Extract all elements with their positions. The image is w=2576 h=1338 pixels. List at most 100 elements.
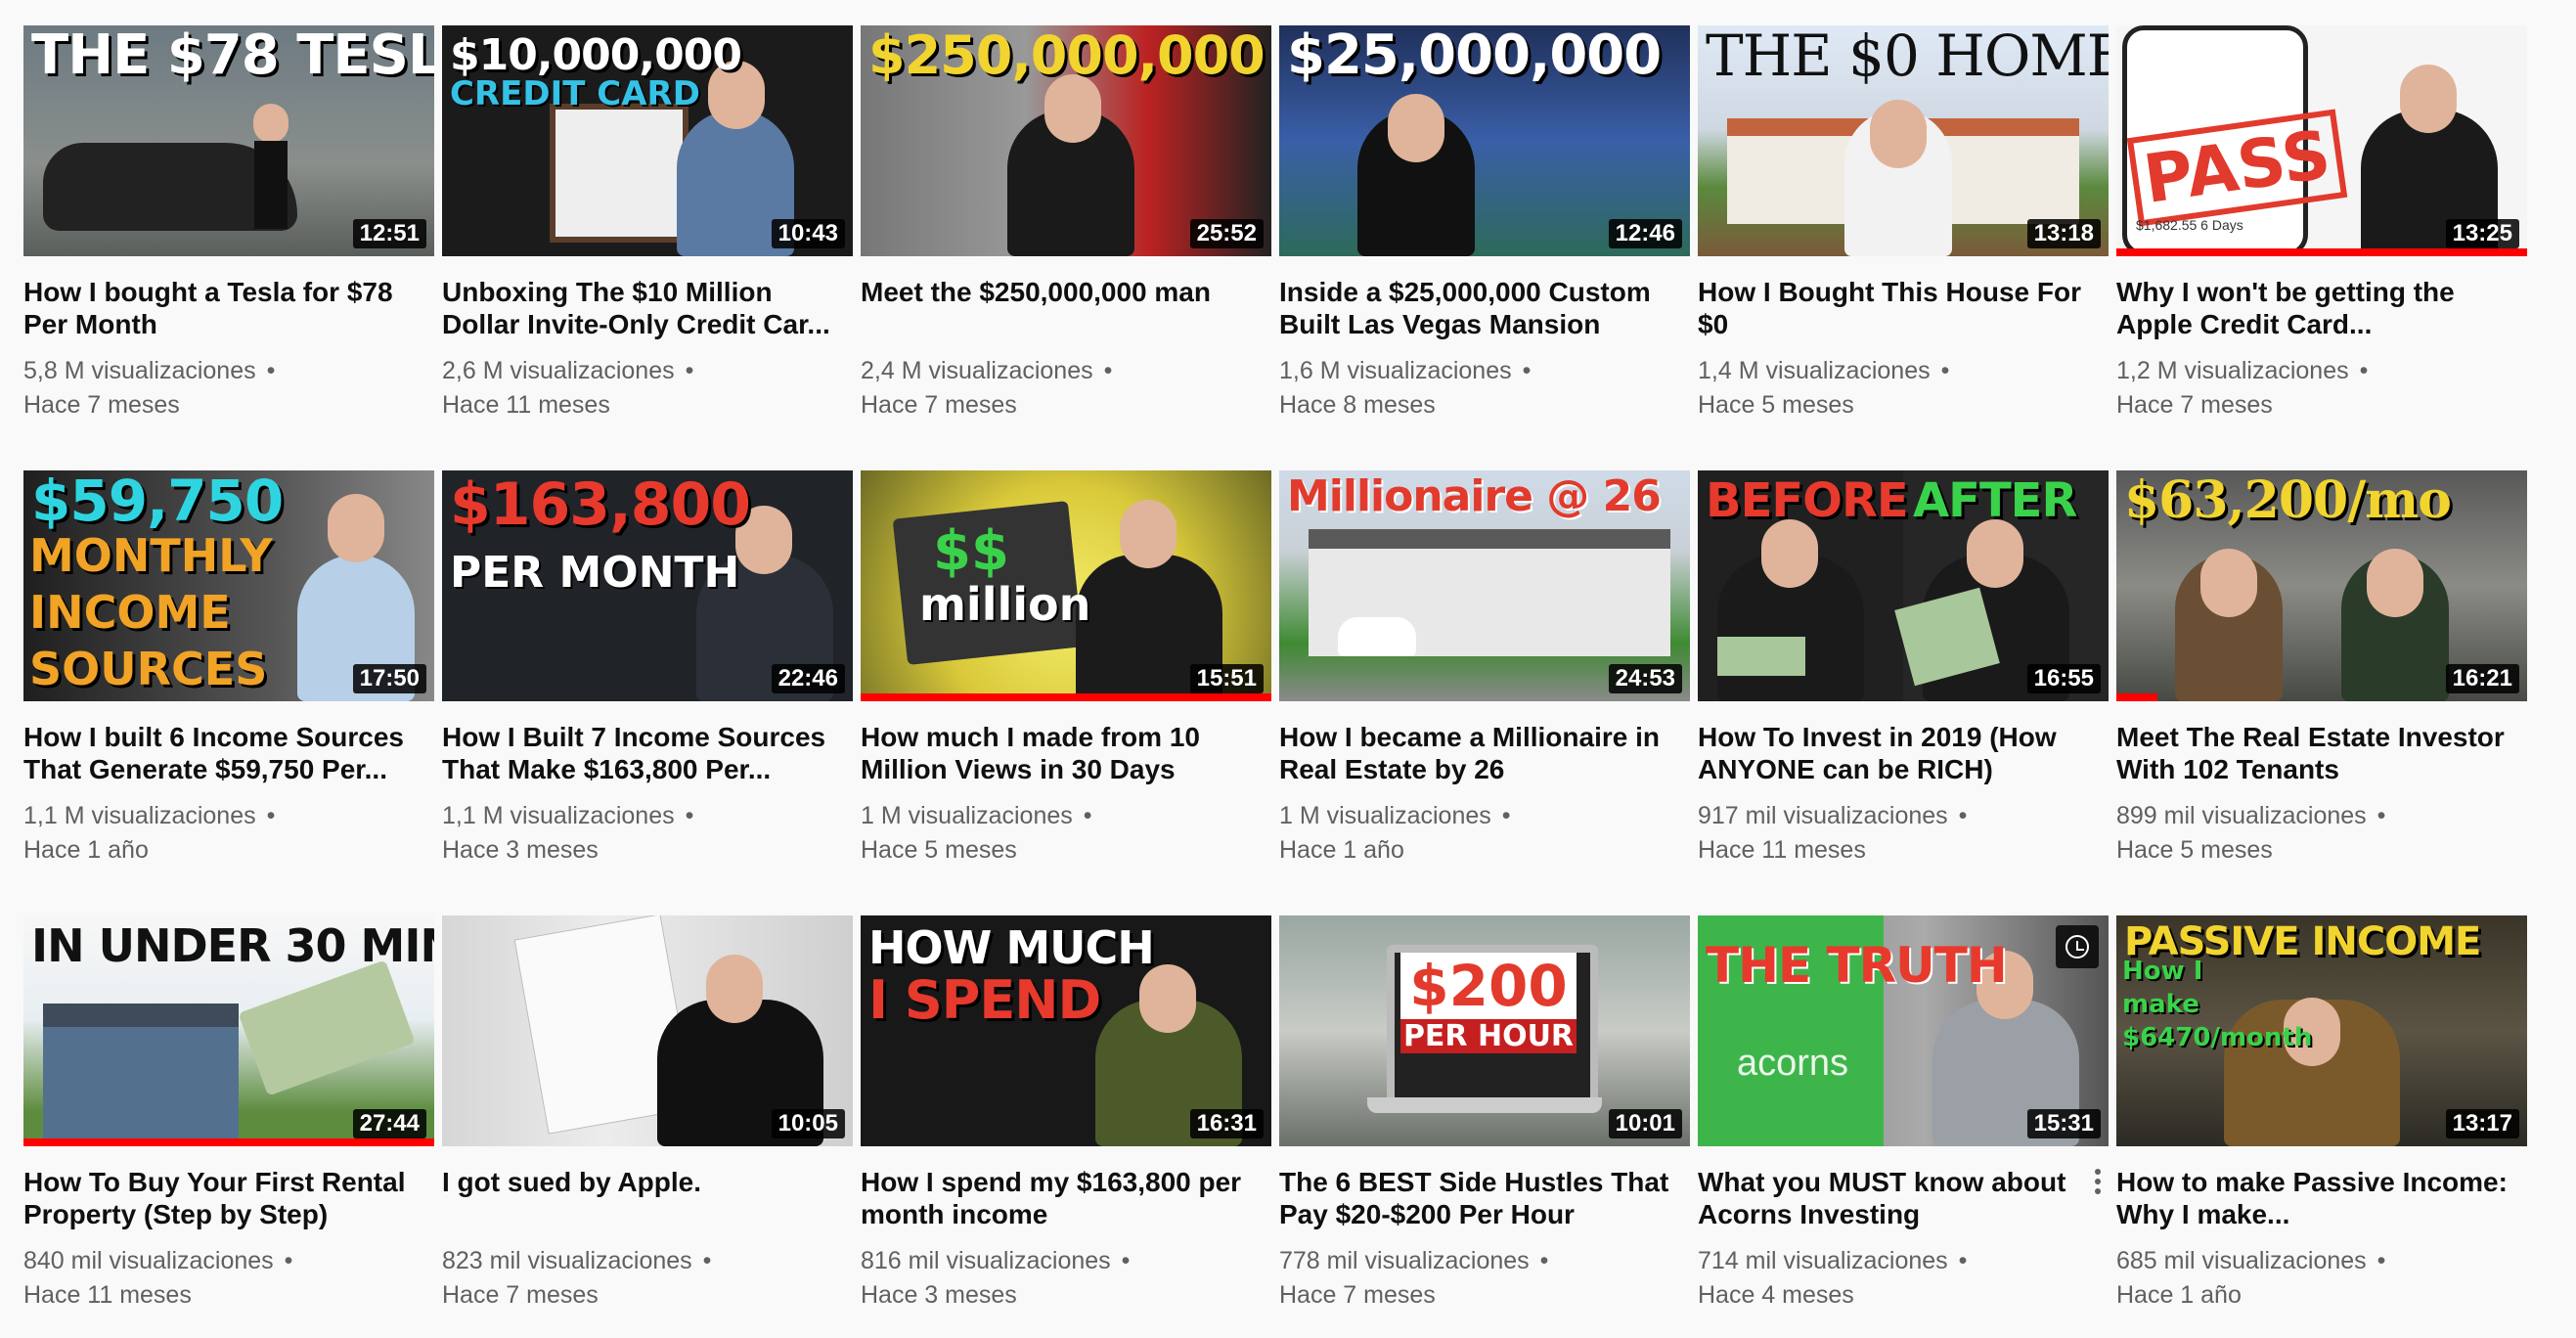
video-card: $163,800 PER MONTH 22:46 How I Built 7 I…: [442, 470, 853, 891]
upload-age: Hace 1 año: [23, 836, 149, 864]
video-title[interactable]: What you MUST know about Acorns Investin…: [1698, 1166, 2109, 1230]
video-card: $59,750 MONTHLY INCOME SOURCES 17:50 How…: [23, 470, 434, 891]
upload-age: Hace 1 año: [1279, 836, 1404, 864]
duration-badge: 22:46: [771, 664, 845, 693]
thumbnail-subtext: CREDIT CARD: [450, 74, 700, 113]
meta-separator: •: [1958, 1247, 1968, 1274]
video-meta: 5,8 M visualizaciones • Hace 7 meses: [23, 354, 434, 423]
watch-progress-bar: [2116, 693, 2157, 701]
meta-separator: •: [2376, 1247, 2386, 1274]
duration-badge: 10:43: [771, 219, 845, 248]
video-card: PASS $1,682.55 6 Days 13:25 Why I won't …: [2116, 25, 2527, 446]
video-thumbnail[interactable]: $25,000,000 12:46: [1279, 25, 1690, 256]
duration-badge: 17:50: [352, 664, 426, 693]
meta-separator: •: [702, 1247, 712, 1274]
duration-badge: 16:21: [2445, 664, 2519, 693]
upload-age: Hace 7 meses: [442, 1281, 599, 1309]
video-title[interactable]: Meet The Real Estate Investor With 102 T…: [2116, 721, 2527, 785]
view-count: 899 mil visualizaciones: [2116, 802, 2367, 829]
video-card: BEFORE AFTER 16:55 How To Invest in 2019…: [1698, 470, 2109, 891]
watch-progress-bar: [2116, 248, 2527, 256]
view-count: 1,4 M visualizaciones: [1698, 357, 1931, 384]
view-count: 816 mil visualizaciones: [861, 1247, 1111, 1274]
upload-age: Hace 8 meses: [1279, 391, 1436, 419]
meta-separator: •: [1539, 1247, 1549, 1274]
meta-separator: •: [1940, 357, 1950, 384]
video-title[interactable]: How to make Passive Income: Why I make..…: [2116, 1166, 2527, 1230]
video-title[interactable]: How I Built 7 Income Sources That Make $…: [442, 721, 853, 785]
duration-badge: 15:31: [2026, 1109, 2101, 1138]
thumbnail-text: $$: [933, 519, 1009, 583]
thumbnail-subtext: PER HOUR: [1400, 1019, 1577, 1053]
video-meta: 840 mil visualizaciones • Hace 11 meses: [23, 1244, 434, 1313]
video-meta: 1,1 M visualizaciones • Hace 1 año: [23, 799, 434, 868]
video-thumbnail[interactable]: PASS $1,682.55 6 Days 13:25: [2116, 25, 2527, 256]
video-thumbnail[interactable]: $$ million 15:51: [861, 470, 1271, 701]
video-thumbnail[interactable]: $250,000,000 25:52: [861, 25, 1271, 256]
duration-badge: 13:18: [2026, 219, 2101, 248]
video-title[interactable]: How I became a Millionaire in Real Estat…: [1279, 721, 1690, 785]
view-count: 2,4 M visualizaciones: [861, 357, 1093, 384]
video-title[interactable]: Meet the $250,000,000 man: [861, 276, 1271, 340]
video-card: $250,000,000 25:52 Meet the $250,000,000…: [861, 25, 1271, 446]
video-thumbnail[interactable]: $200 PER HOUR 10:01: [1279, 915, 1690, 1146]
video-title[interactable]: How I bought a Tesla for $78 Per Month: [23, 276, 434, 340]
video-title[interactable]: Why I won't be getting the Apple Credit …: [2116, 276, 2527, 340]
watch-progress-bar: [861, 693, 1271, 701]
video-meta: 2,4 M visualizaciones • Hace 7 meses: [861, 354, 1271, 423]
video-thumbnail[interactable]: $10,000,000 CREDIT CARD 10:43: [442, 25, 853, 256]
video-thumbnail[interactable]: Millionaire @ 26 24:53: [1279, 470, 1690, 701]
upload-age: Hace 7 meses: [23, 391, 180, 419]
view-count: 1,6 M visualizaciones: [1279, 357, 1512, 384]
view-count: 1,1 M visualizaciones: [442, 802, 675, 829]
video-title[interactable]: How I spend my $163,800 per month income: [861, 1166, 1271, 1230]
video-thumbnail[interactable]: HOW MUCH I SPEND 16:31: [861, 915, 1271, 1146]
video-meta: 1 M visualizaciones • Hace 1 año: [1279, 799, 1690, 868]
video-thumbnail[interactable]: $59,750 MONTHLY INCOME SOURCES 17:50: [23, 470, 434, 701]
video-thumbnail[interactable]: THE TRUTH acorns 15:31: [1698, 915, 2109, 1146]
thumbnail-text: $200: [1400, 953, 1577, 1019]
video-title[interactable]: How I built 6 Income Sources That Genera…: [23, 721, 434, 785]
video-card: 10:05 I got sued by Apple. 823 mil visua…: [442, 915, 853, 1336]
duration-badge: 10:05: [771, 1109, 845, 1138]
duration-badge: 12:46: [1608, 219, 1682, 248]
duration-badge: 24:53: [1608, 664, 1682, 693]
video-thumbnail[interactable]: $163,800 PER MONTH 22:46: [442, 470, 853, 701]
thumbnail-text: IN UNDER 30 MIN: [31, 919, 434, 972]
video-title[interactable]: Unboxing The $10 Million Dollar Invite-O…: [442, 276, 853, 340]
video-title[interactable]: How I Bought This House For $0: [1698, 276, 2109, 340]
upload-age: Hace 5 meses: [1698, 391, 1854, 419]
thumbnail-text: $25,000,000: [1287, 25, 1662, 87]
video-title[interactable]: I got sued by Apple.: [442, 1166, 853, 1230]
meta-separator: •: [1083, 802, 1092, 829]
video-title[interactable]: How To Invest in 2019 (How ANYONE can be…: [1698, 721, 2109, 785]
meta-separator: •: [266, 802, 276, 829]
video-thumbnail[interactable]: $63,200/mo 16:21: [2116, 470, 2527, 701]
more-vert-icon[interactable]: [2089, 1166, 2107, 1201]
upload-age: Hace 4 meses: [1698, 1281, 1854, 1309]
video-title[interactable]: How To Buy Your First Rental Property (S…: [23, 1166, 434, 1230]
video-meta: 714 mil visualizaciones • Hace 4 meses: [1698, 1244, 2109, 1313]
meta-separator: •: [685, 357, 694, 384]
video-meta: 823 mil visualizaciones • Hace 7 meses: [442, 1244, 853, 1313]
video-card: THE $78 TESLA 12:51 How I bought a Tesla…: [23, 25, 434, 446]
video-meta: 778 mil visualizaciones • Hace 7 meses: [1279, 1244, 1690, 1313]
video-title[interactable]: The 6 BEST Side Hustles That Pay $20-$20…: [1279, 1166, 1690, 1230]
duration-badge: 16:31: [1189, 1109, 1264, 1138]
video-thumbnail[interactable]: 10:05: [442, 915, 853, 1146]
video-thumbnail[interactable]: THE $78 TESLA 12:51: [23, 25, 434, 256]
video-thumbnail[interactable]: PASSIVE INCOME How I make $6470/month 13…: [2116, 915, 2527, 1146]
clock-icon[interactable]: [2056, 925, 2099, 968]
video-thumbnail[interactable]: IN UNDER 30 MIN 27:44: [23, 915, 434, 1146]
view-count: 1,2 M visualizaciones: [2116, 357, 2349, 384]
video-thumbnail[interactable]: BEFORE AFTER 16:55: [1698, 470, 2109, 701]
video-title[interactable]: How much I made from 10 Million Views in…: [861, 721, 1271, 785]
video-card: THE TRUTH acorns 15:31 What you MUST kno…: [1698, 915, 2109, 1336]
video-thumbnail[interactable]: THE $0 HOME 13:18: [1698, 25, 2109, 256]
video-card: IN UNDER 30 MIN 27:44 How To Buy Your Fi…: [23, 915, 434, 1336]
video-card: HOW MUCH I SPEND 16:31 How I spend my $1…: [861, 915, 1271, 1336]
view-count: 778 mil visualizaciones: [1279, 1247, 1530, 1274]
upload-age: Hace 11 meses: [442, 391, 610, 419]
video-title[interactable]: Inside a $25,000,000 Custom Built Las Ve…: [1279, 276, 1690, 340]
meta-separator: •: [2359, 357, 2369, 384]
